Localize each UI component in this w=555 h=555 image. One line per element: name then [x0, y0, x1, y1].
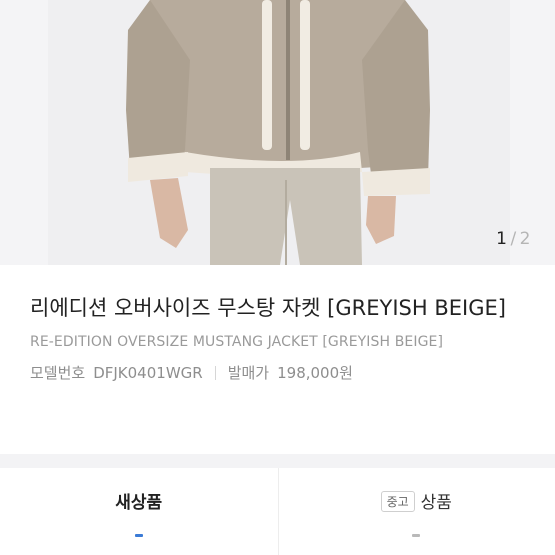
tab-new-product[interactable]: 새상품	[0, 468, 278, 555]
tab-used-indicator	[412, 534, 421, 537]
meta-divider	[214, 365, 216, 380]
tab-new-label: 새상품	[115, 493, 163, 513]
jacket-photo	[0, 0, 555, 265]
pager-total: 2	[519, 229, 531, 249]
product-info: 리에디션 오버사이즈 무스탕 자켓 [GREYISH BEIGE] RE-EDI…	[30, 292, 530, 383]
tab-new-indicator	[134, 534, 143, 537]
product-title-english: RE-EDITION OVERSIZE MUSTANG JACKET [GREY…	[30, 334, 444, 350]
tab-used-label: 상품	[420, 493, 452, 513]
pager-current: 1	[496, 229, 508, 249]
release-price-label: 발매가	[227, 364, 270, 382]
release-price-value: 198,000원	[277, 364, 353, 382]
pager-separator: /	[510, 229, 517, 249]
product-meta: 모델번호 DFJK0401WGR 발매가 198,000원	[30, 362, 530, 383]
image-pager: 1/2	[496, 229, 531, 249]
condition-tabs: 새상품 중고 상품	[0, 468, 555, 555]
model-number-value: DFJK0401WGR	[93, 363, 203, 382]
tab-used-product[interactable]: 중고 상품	[277, 468, 555, 555]
used-badge: 중고	[380, 491, 415, 512]
product-image[interactable]: 1/2	[0, 0, 555, 265]
product-title-korean: 리에디션 오버사이즈 무스탕 자켓 [GREYISH BEIGE]	[30, 296, 506, 320]
model-number-label: 모델번호	[30, 364, 86, 382]
section-divider	[0, 454, 555, 468]
tab-used-label-wrap: 중고 상품	[380, 488, 452, 555]
